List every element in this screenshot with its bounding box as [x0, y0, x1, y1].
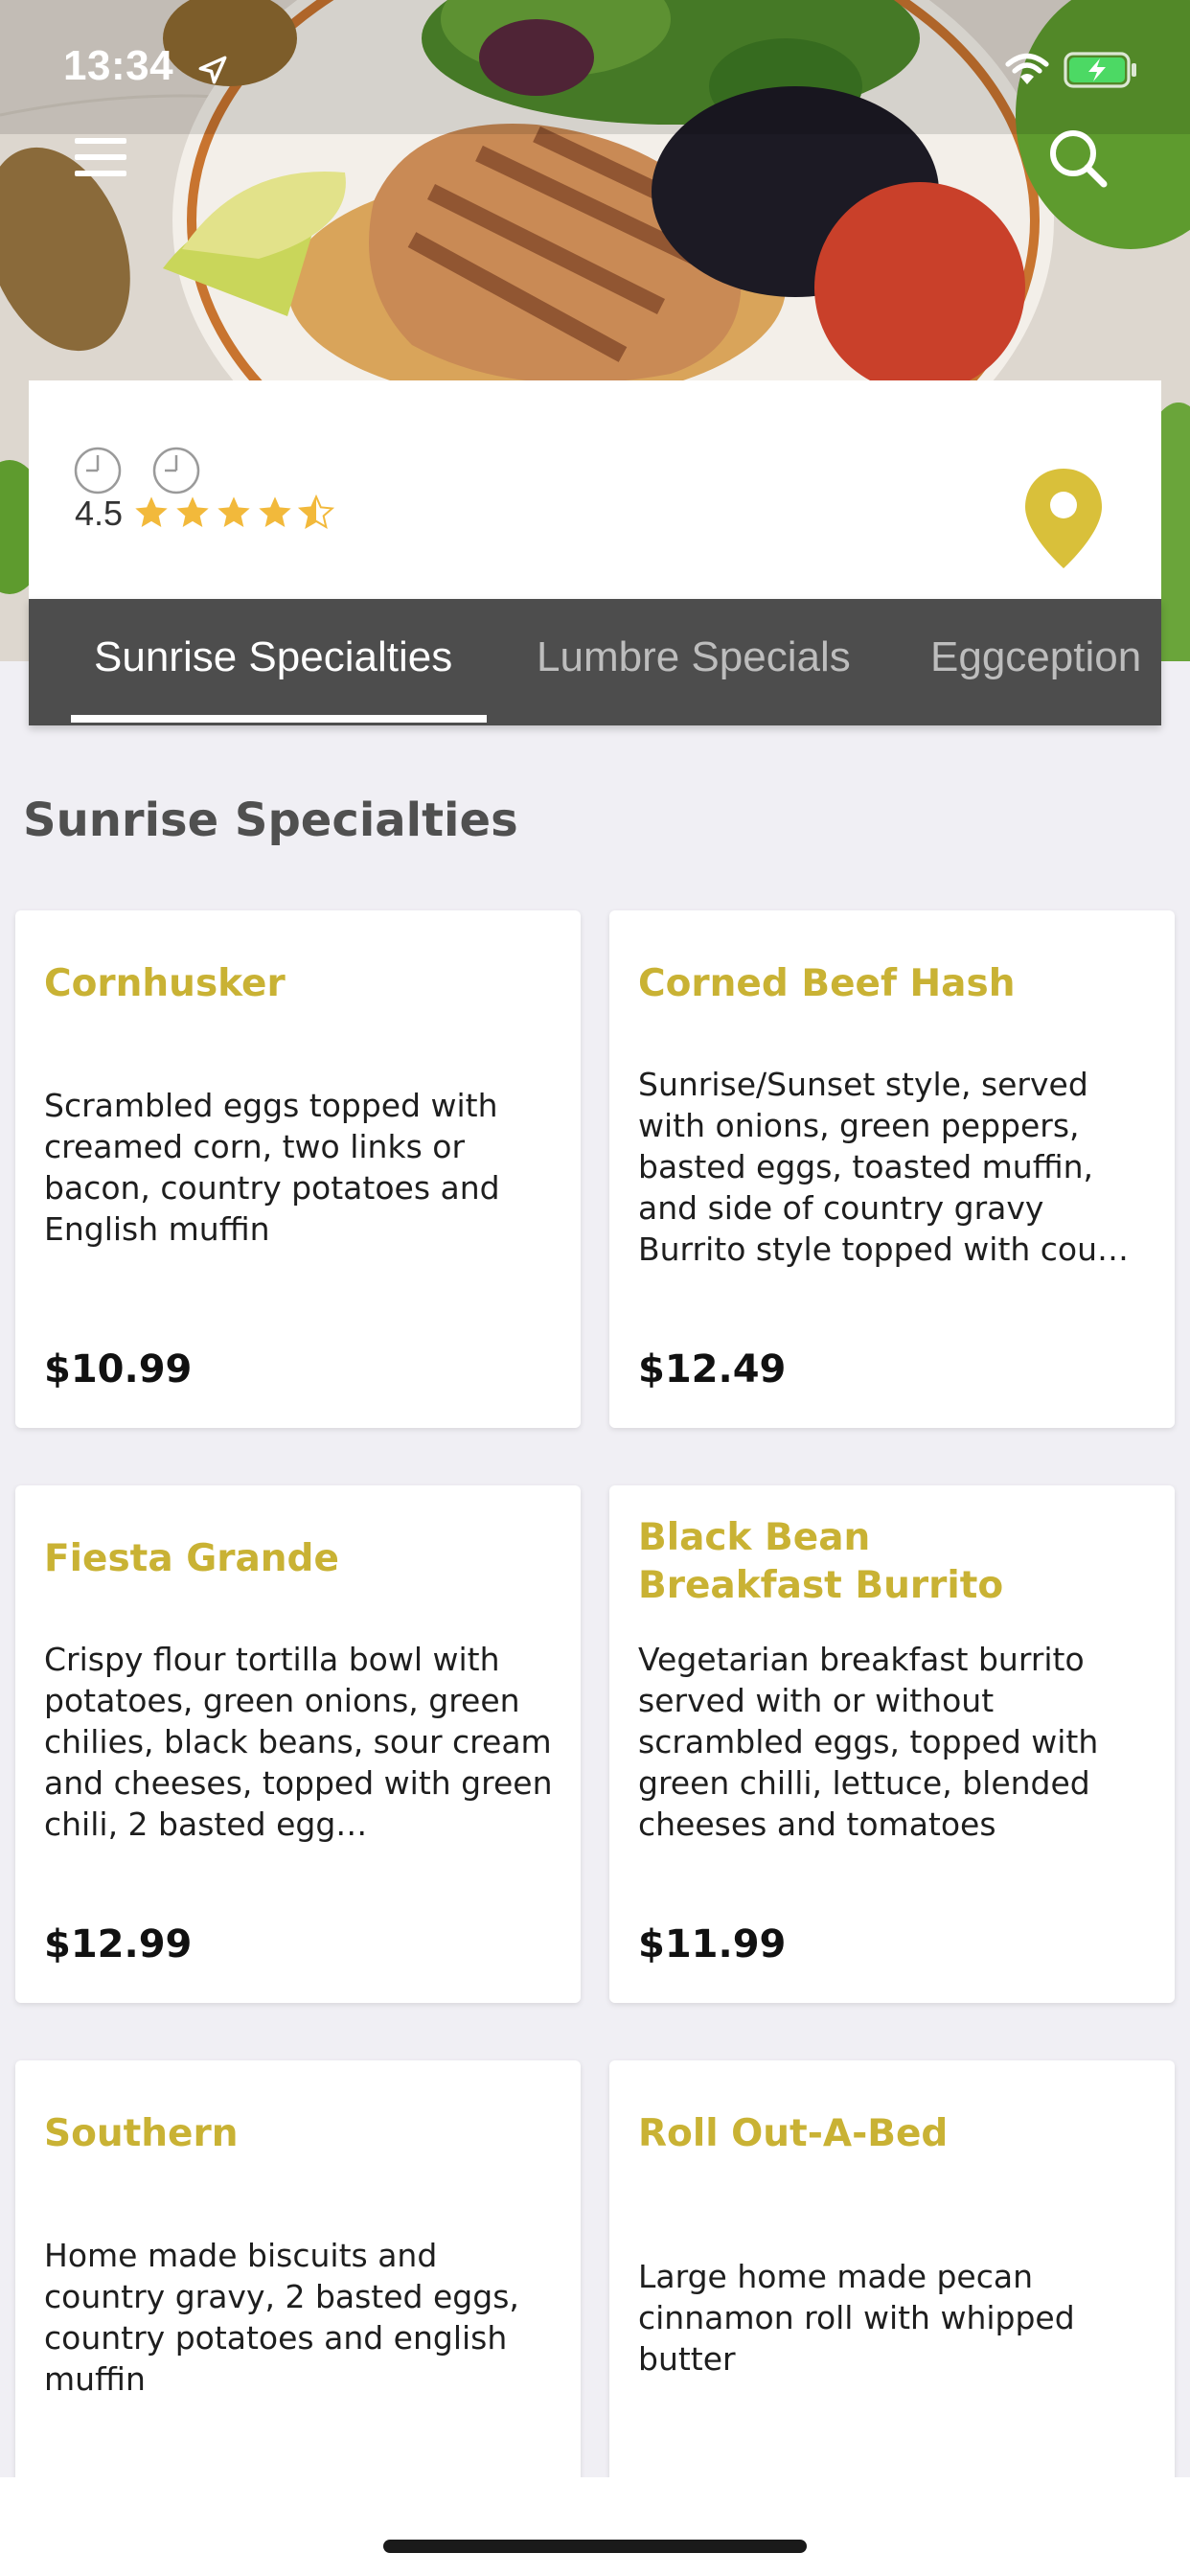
menu-item-description: Large home made pecan cinnamon roll with… [638, 2258, 1075, 2378]
menu-item-description: Crispy flour tortilla bowl with potatoes… [44, 1641, 553, 1843]
menu-item-name: Fiesta Grande [44, 1537, 339, 1580]
tab-eggception[interactable]: Eggception [930, 633, 1141, 681]
menu-item-price: $10.99 [44, 1347, 193, 1392]
menu-item-name: Cornhusker [44, 962, 286, 1005]
menu-item-card[interactable]: Black Bean Breakfast Burrito Vegetarian … [609, 1485, 1175, 2003]
clock-icon [74, 447, 122, 494]
star-rating [132, 494, 335, 532]
section-title: Sunrise Specialties [23, 794, 518, 847]
menu-item-price: $12.99 [44, 1922, 193, 1966]
menu-item-name: Black Bean Breakfast Burrito [638, 1516, 1004, 1607]
menu-item-description: Home made biscuits and country gravy, 2 … [44, 2237, 519, 2398]
rating-value: 4.5 [75, 494, 124, 533]
half-star-icon [297, 494, 335, 530]
menu-button[interactable] [67, 130, 134, 184]
battery-charging-icon [1064, 52, 1136, 88]
menu-item-name: Roll Out-A-Bed [638, 2112, 949, 2155]
star-icon [176, 496, 209, 527]
tab-sunrise-specialties[interactable]: Sunrise Specialties [94, 633, 452, 681]
menu-item-name: Southern [44, 2112, 239, 2155]
menu-item-card[interactable]: Corned Beef Hash Sunrise/Sunset style, s… [609, 910, 1175, 1428]
star-icon [135, 496, 168, 527]
star-icon [217, 496, 250, 527]
map-pin-icon [1025, 469, 1102, 568]
star-icon [259, 496, 291, 527]
menu-item-price: $11.99 [638, 1922, 787, 1966]
category-tab-bar: Sunrise Specialties Lumbre Specials Eggc… [29, 599, 1161, 725]
menu-item-description: Sunrise/Sunset style, served with onions… [638, 1066, 1130, 1268]
wifi-icon [1005, 53, 1049, 84]
location-arrow-icon [198, 56, 227, 84]
menu-item-card[interactable]: Cornhusker Scrambled eggs topped with cr… [15, 910, 581, 1428]
status-time: 13:34 [63, 42, 174, 89]
menu-item-price: $12.49 [638, 1347, 787, 1392]
bottom-safe-area [0, 2477, 1190, 2576]
clock-icon [152, 447, 200, 494]
restaurant-info-card: 4.5 [29, 380, 1161, 599]
tab-lumbre-specials[interactable]: Lumbre Specials [537, 633, 851, 681]
menu-item-description: Vegetarian breakfast burrito served with… [638, 1641, 1099, 1843]
menu-item-name: Corned Beef Hash [638, 962, 1016, 1005]
active-tab-indicator [71, 715, 487, 723]
menu-item-card[interactable]: Fiesta Grande Crispy flour tortilla bowl… [15, 1485, 581, 2003]
search-icon [1050, 130, 1108, 188]
menu-item-description: Scrambled eggs topped with creamed corn,… [44, 1087, 500, 1248]
hamburger-icon [75, 138, 126, 176]
map-pin-button[interactable] [1016, 461, 1111, 576]
home-indicator[interactable] [383, 2540, 807, 2553]
search-button[interactable] [1044, 125, 1111, 192]
status-bar: 13:34 [0, 0, 1190, 134]
